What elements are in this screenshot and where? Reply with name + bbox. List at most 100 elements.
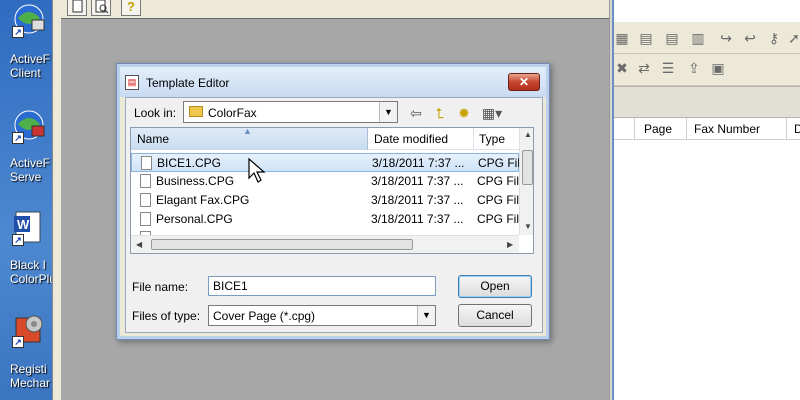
column-separator <box>634 118 635 139</box>
view-menu-icon[interactable]: ▦▾ <box>478 103 506 123</box>
file-icon <box>140 174 151 188</box>
desktop-icon-label: Serve <box>10 170 42 184</box>
column-type[interactable]: Type <box>473 128 519 150</box>
desktop-icon-label: Client <box>10 66 41 80</box>
folder-icon <box>189 106 203 117</box>
fax-list-header: Page Fax Number D <box>614 118 800 140</box>
look-in-value: ColorFax <box>208 106 257 120</box>
transfer-icon[interactable]: ⇄ <box>636 60 652 76</box>
chevron-down-icon[interactable]: ▼ <box>417 306 435 325</box>
files-of-type-combo[interactable]: Cover Page (*.cpg) ▼ <box>208 305 436 326</box>
key-icon[interactable]: ⚷ <box>766 30 782 46</box>
back-arrow-icon[interactable]: ⇦ <box>406 103 426 123</box>
desktop-icon-label: ColorPlu <box>10 272 52 286</box>
file-type: CPG File <box>477 193 519 207</box>
document-icon[interactable]: ▥ <box>690 30 706 46</box>
reply-icon[interactable]: ↩ <box>742 30 758 46</box>
shortcut-arrow-icon: ↗ <box>12 132 24 144</box>
help-icon: ? <box>127 0 135 14</box>
file-row[interactable]: Personal.CPG 3/18/2011 7:37 ... CPG File <box>131 210 519 229</box>
column-separator <box>786 118 787 139</box>
dialog-titlebar[interactable]: ▤ Template Editor ✕ <box>120 67 546 97</box>
column-d[interactable]: D <box>794 122 800 136</box>
horizontal-scrollbar[interactable]: ◀ ▶ <box>131 235 519 253</box>
grid-icon[interactable]: ▦ <box>614 30 630 46</box>
forward-icon[interactable]: ↪ <box>718 30 734 46</box>
app-icon: ▤ <box>125 75 139 90</box>
svg-text:?: ? <box>127 0 135 14</box>
page-view-icon[interactable]: ▤ <box>638 30 654 46</box>
column-separator <box>686 118 687 139</box>
sort-ascending-icon: ▲ <box>243 127 252 136</box>
new-folder-icon[interactable]: ✹ <box>454 103 474 123</box>
export-icon[interactable]: ⇪ <box>686 60 702 76</box>
new-document-button[interactable] <box>67 0 87 16</box>
file-list[interactable]: Name ▲ Date modified Type BICE1.CPG 3/18… <box>130 127 534 254</box>
files-of-type-value: Cover Page (*.cpg) <box>213 309 316 323</box>
open-button[interactable]: Open <box>458 275 532 298</box>
shortcut-arrow-icon: ↗ <box>12 234 24 246</box>
page-list-icon[interactable]: ▤ <box>664 30 680 46</box>
file-name-label: File name: <box>132 280 189 294</box>
list-icon[interactable]: ☰ <box>660 60 676 76</box>
desktop-icon-label: Mechar <box>10 376 51 390</box>
column-date-label: Date modified <box>374 132 449 146</box>
desktop-icon-label: Black I <box>10 258 47 272</box>
file-row[interactable]: Elagant Fax.CPG 3/18/2011 7:37 ... CPG F… <box>131 191 519 210</box>
file-date: 3/18/2011 7:37 ... <box>371 174 464 188</box>
file-icon <box>140 212 151 226</box>
close-button[interactable]: ✕ <box>508 73 540 91</box>
shortcut-arrow-icon: ↗ <box>12 336 24 348</box>
dialog-body: Look in: ColorFax ▼ ⇦ ⮤ ✹ ▦▾ Name ▲ Date… <box>125 97 543 333</box>
desktop-icon-label: Registi <box>10 362 47 376</box>
column-name-label: Name <box>137 132 170 146</box>
file-type: CPG File <box>477 212 519 226</box>
column-date-modified[interactable]: Date modified <box>368 128 473 150</box>
file-date: 3/18/2011 7:37 ... <box>371 193 464 207</box>
vertical-scrollbar[interactable]: ▲ ▼ <box>519 128 533 235</box>
scroll-right-icon[interactable]: ▶ <box>507 240 513 249</box>
template-editor-dialog: ▤ Template Editor ✕ Look in: ColorFax ▼ … <box>116 63 550 340</box>
file-row[interactable]: Business.CPG 3/18/2011 7:37 ... CPG File <box>131 172 519 191</box>
desktop-icon-label: ActiveF <box>10 156 51 170</box>
scroll-thumb[interactable] <box>151 239 413 250</box>
magnifier-page-icon <box>95 0 109 14</box>
editor-toolbar: ? <box>53 0 613 18</box>
column-page[interactable]: Page <box>644 122 672 136</box>
scroll-left-icon[interactable]: ◀ <box>136 240 142 249</box>
preview-button[interactable] <box>91 0 111 16</box>
fax-band <box>614 86 800 118</box>
scroll-down-icon[interactable]: ▼ <box>524 222 532 231</box>
file-row[interactable]: BICE1.CPG 3/18/2011 7:37 ... CPG File <box>131 153 520 172</box>
file-list-header: Name ▲ Date modified Type <box>131 128 519 150</box>
svg-text:W: W <box>17 217 30 232</box>
column-type-label: Type <box>479 132 506 146</box>
file-date: 3/18/2011 7:37 ... <box>372 156 465 170</box>
file-name-field[interactable]: BICE1 <box>208 276 436 296</box>
file-type: CPG File <box>478 156 520 170</box>
look-in-combo[interactable]: ColorFax ▼ <box>183 101 398 123</box>
chevron-down-icon[interactable]: ▼ <box>379 102 397 122</box>
look-in-label: Look in: <box>134 106 177 120</box>
file-name: Elagant Fax.CPG <box>156 193 250 207</box>
file-icon <box>141 156 152 170</box>
save-icon[interactable]: ▣ <box>710 60 726 76</box>
file-name-value: BICE1 <box>213 279 248 293</box>
file-name: Personal.CPG <box>156 212 233 226</box>
scroll-up-icon[interactable]: ▲ <box>524 130 532 139</box>
desktop-icon-label: ActiveF <box>10 52 51 66</box>
cancel-button[interactable]: Cancel <box>458 304 532 327</box>
files-of-type-label: Files of type: <box>132 309 201 323</box>
new-page-icon <box>72 0 83 13</box>
pin-icon[interactable]: ➚ <box>786 30 800 46</box>
mouse-cursor-icon <box>248 158 266 183</box>
help-button[interactable]: ? <box>121 0 141 16</box>
scroll-thumb[interactable] <box>522 150 533 185</box>
dialog-title: Template Editor <box>146 76 230 90</box>
trash-icon[interactable]: ✖ <box>614 60 630 76</box>
file-date: 3/18/2011 7:37 ... <box>371 212 464 226</box>
column-fax-number[interactable]: Fax Number <box>694 122 760 136</box>
up-folder-icon[interactable]: ⮤ <box>430 103 450 123</box>
fax-client-window: ▦ ▤ ▤ ▥ ↪ ↩ ⚷ ➚ ✖ ⇄ ☰ ⇪ ▣ Page Fax Numbe… <box>612 0 800 400</box>
fax-toolbar-row-2: ✖ ⇄ ☰ ⇪ ▣ <box>614 54 800 86</box>
